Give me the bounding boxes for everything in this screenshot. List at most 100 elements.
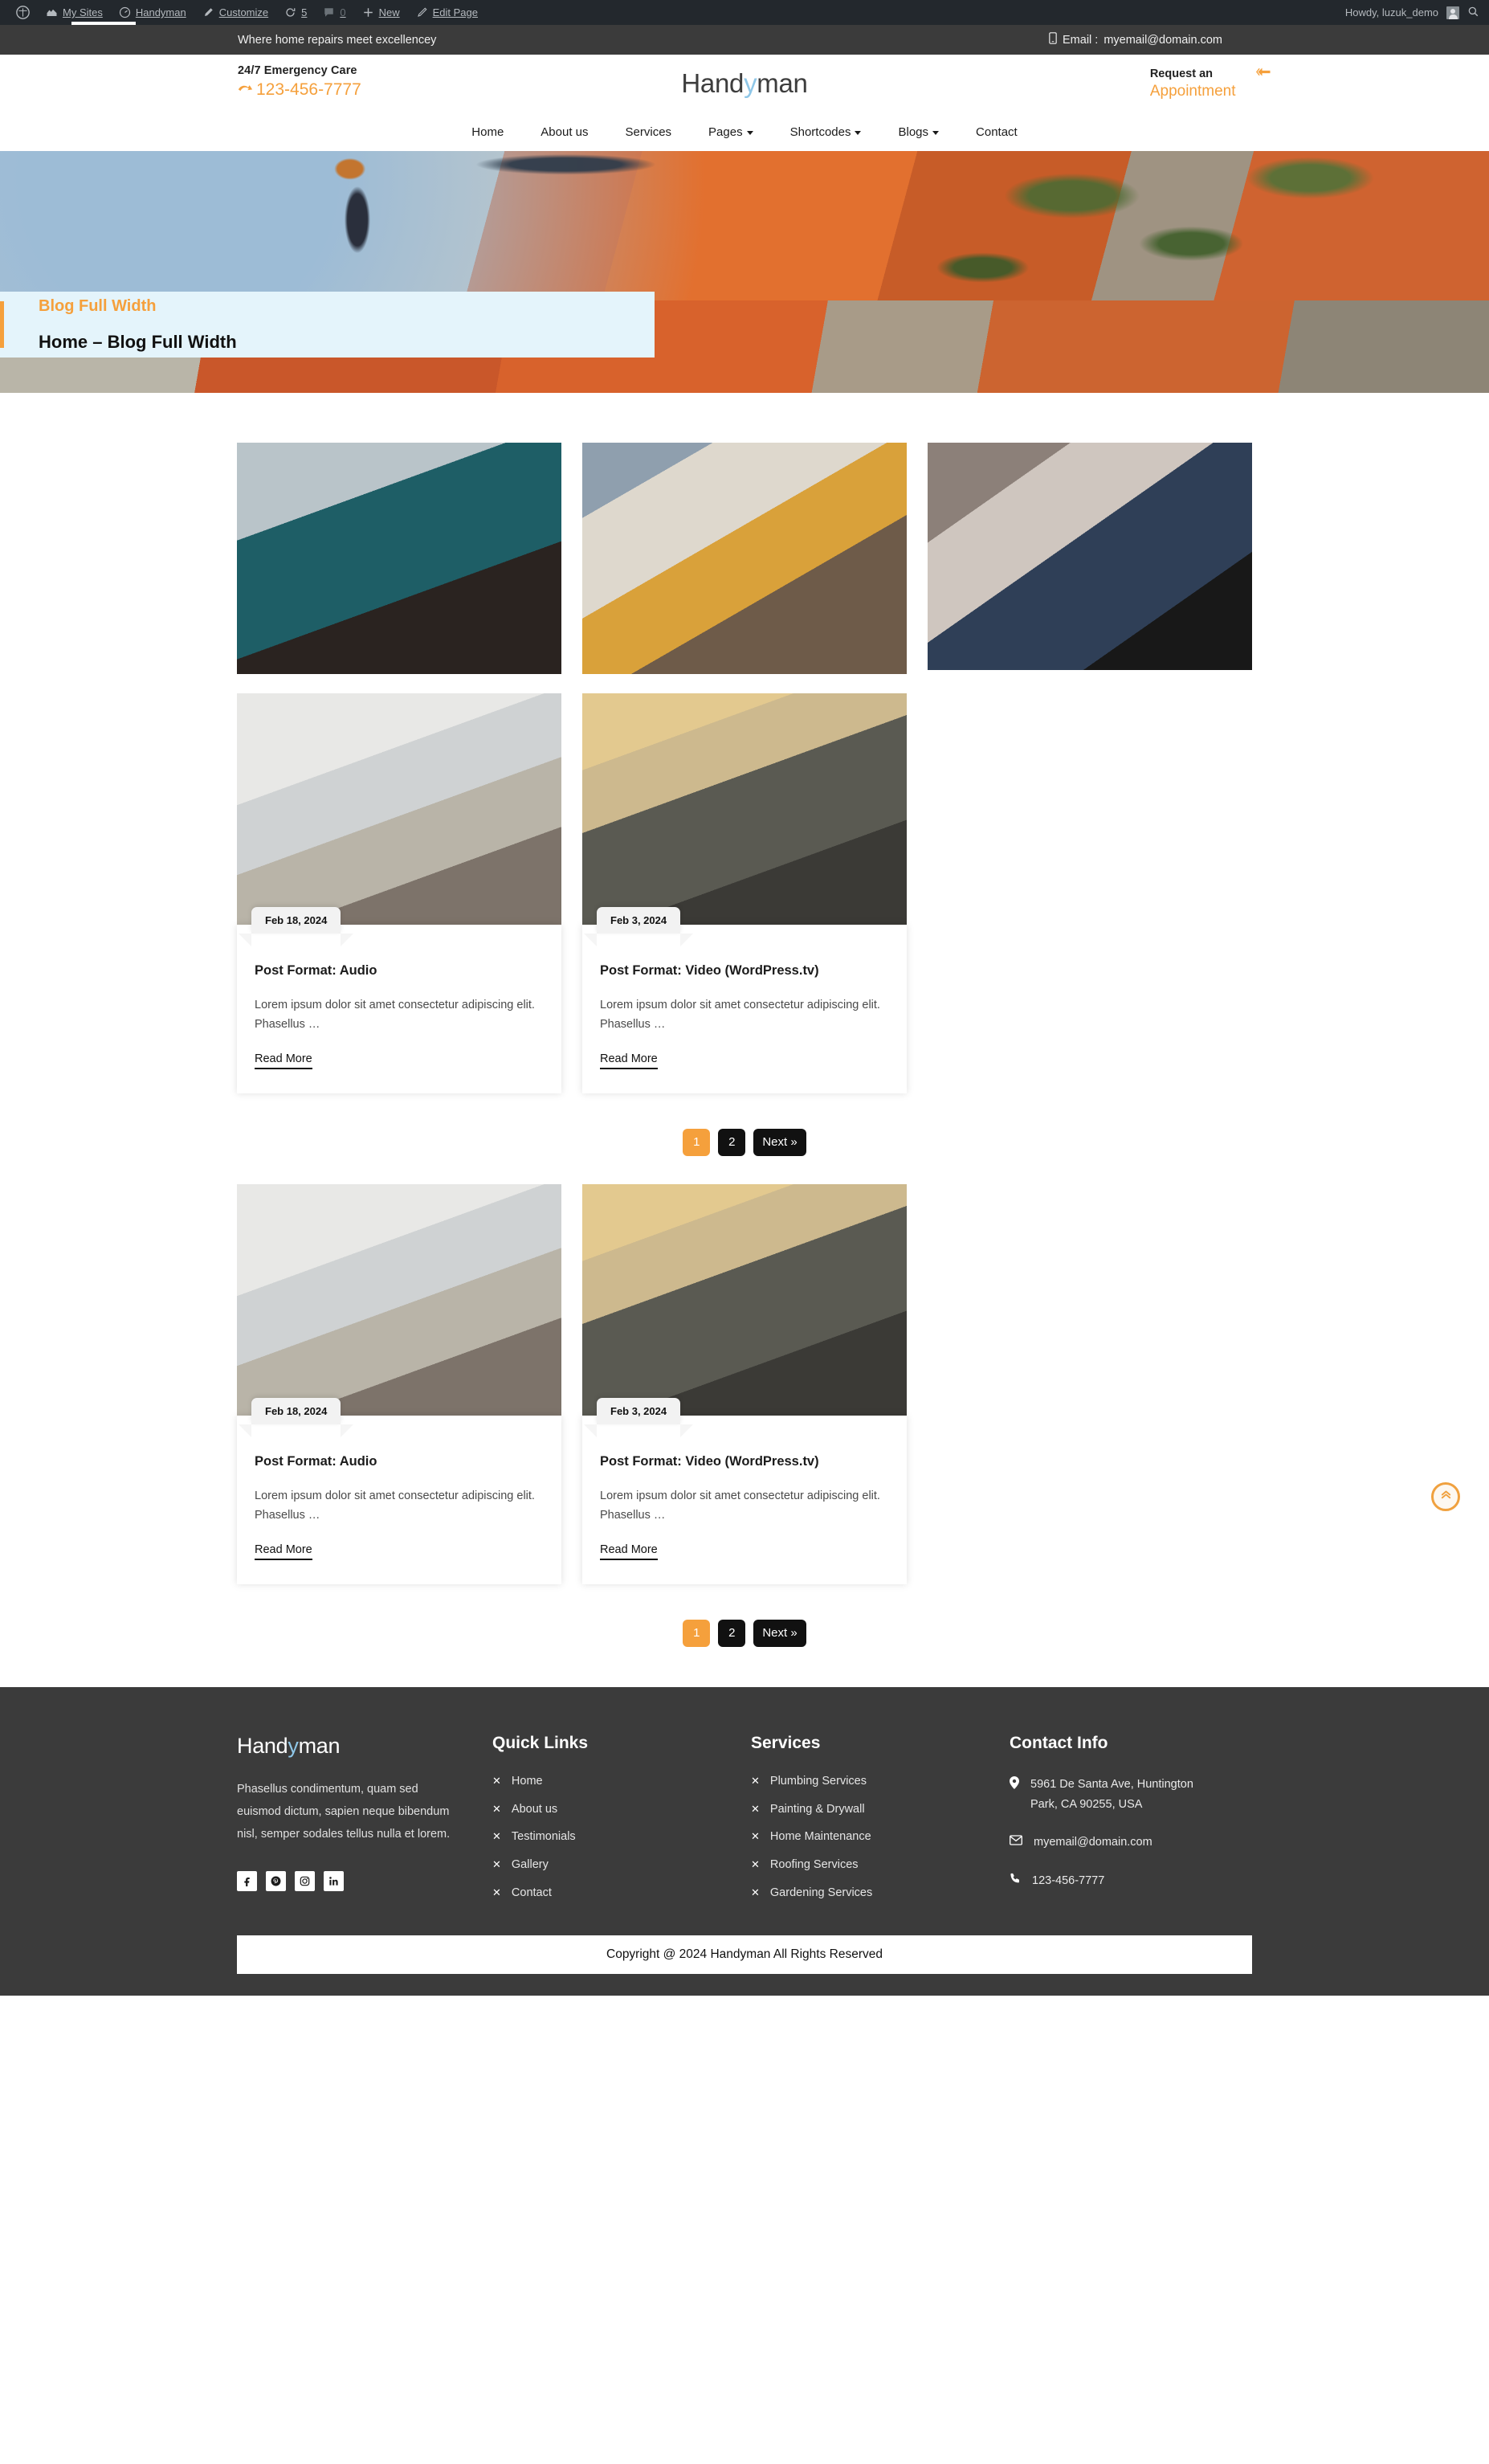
avatar[interactable]	[1446, 6, 1459, 19]
nav-item-blogs[interactable]: Blogs	[879, 112, 957, 151]
list-item[interactable]: ✕ Gallery	[492, 1858, 751, 1872]
copyright-text: Copyright @ 2024 Handyman All Rights Res…	[237, 1935, 1252, 1975]
list-item[interactable]: ✕ Home Maintenance	[751, 1830, 1010, 1844]
pinterest-icon[interactable]	[266, 1871, 286, 1892]
list-item[interactable]: ✕ Roofing Services	[751, 1858, 1010, 1872]
admin-bar-comments[interactable]: 0	[315, 0, 353, 25]
hero-banner	[0, 151, 1489, 300]
my-sites-icon	[46, 6, 58, 18]
header-appointment-block[interactable]: Request an Appointment	[1150, 66, 1272, 100]
pencil-icon	[202, 6, 214, 18]
bullet-icon: ✕	[492, 1858, 501, 1871]
nav-label: Blogs	[898, 125, 929, 139]
blog-post-card[interactable]: Feb 3, 2024 Post Format: Video (WordPres…	[582, 693, 907, 1093]
nav-item-pages[interactable]: Pages	[690, 112, 772, 151]
bullet-icon: ✕	[751, 1802, 760, 1815]
nav-item-contact[interactable]: Contact	[957, 112, 1036, 151]
appointment-label[interactable]: Appointment	[1150, 83, 1272, 100]
construction-worker-helmet-photo	[582, 1183, 907, 1416]
post-date-badge: Feb 18, 2024	[238, 1397, 354, 1437]
chevron-down-icon	[932, 130, 940, 135]
post-title[interactable]: Post Format: Audio	[255, 963, 544, 979]
header-phone-number: 123-456-7777	[256, 80, 361, 99]
painter-straw-hat-photo	[582, 443, 907, 674]
list-item[interactable]: ✕ Testimonials	[492, 1830, 751, 1844]
post-excerpt: Lorem ipsum dolor sit amet consectetur a…	[600, 1489, 880, 1522]
wordpress-logo-menu[interactable]	[8, 0, 38, 25]
blog-listing-section: Feb 18, 2024 Post Format: Audio Lorem ip…	[0, 393, 1489, 1196]
admin-bar-howdy[interactable]: Howdy, luzuk_demo	[1345, 6, 1438, 18]
link-label: Painting & Drywall	[769, 1802, 865, 1816]
read-more-link[interactable]: Read More	[600, 1052, 658, 1069]
blog-post-card[interactable]: Feb 18, 2024 Post Format: Audio Lorem ip…	[237, 693, 561, 1093]
logo-text-y: y	[744, 68, 757, 98]
list-item[interactable]: ✕ About us	[492, 1803, 751, 1816]
search-icon[interactable]	[1467, 6, 1479, 20]
site-tagline: Where home repairs meet excellencey	[238, 33, 437, 47]
facebook-icon[interactable]	[237, 1871, 257, 1892]
blog-post-card[interactable]: Feb 3, 2024 Post Format: Video (WordPres…	[582, 1183, 907, 1584]
topbar-email-value[interactable]: myemail@domain.com	[1103, 34, 1222, 47]
pagination-next[interactable]: Next »	[753, 1128, 806, 1156]
link-label: Plumbing Services	[769, 1774, 867, 1788]
pagination-page-1[interactable]: 1	[683, 1619, 711, 1647]
post-title[interactable]: Post Format: Video (WordPress.tv)	[600, 963, 889, 979]
list-item[interactable]: ✕ Plumbing Services	[751, 1775, 1010, 1788]
admin-bar-new[interactable]: New	[354, 0, 408, 25]
contact-phone-item[interactable]: 123-456-7777	[1010, 1871, 1252, 1891]
post-date-badge: Feb 18, 2024	[238, 907, 354, 946]
plumber-water-heater-photo	[237, 1183, 561, 1416]
post-title[interactable]: Post Format: Audio	[255, 1454, 544, 1469]
top-info-bar: Where home repairs meet excellencey Emai…	[0, 25, 1489, 55]
contact-email-text: myemail@domain.com	[1034, 1836, 1152, 1849]
read-more-link[interactable]: Read More	[255, 1052, 312, 1069]
contact-email-item[interactable]: myemail@domain.com	[1010, 1833, 1252, 1853]
linkedin-icon[interactable]	[324, 1871, 344, 1892]
read-more-link[interactable]: Read More	[255, 1543, 312, 1560]
dashboard-icon	[119, 6, 131, 18]
pagination-page-2[interactable]: 2	[718, 1619, 746, 1647]
footer-logo-y: y	[288, 1733, 299, 1758]
header-phone[interactable]: 123-456-7777	[238, 80, 361, 100]
footer-services-list: ✕ Plumbing Services ✕ Painting & Drywall ✕…	[751, 1775, 1010, 1900]
contact-address-text: 5961 De Santa Ave, Huntington Park, CA 9…	[1030, 1777, 1193, 1812]
site-footer: Handyman Phasellus condimentum, quam sed…	[0, 1686, 1489, 1996]
footer-quicklinks-col: Quick Links ✕ Home ✕ About us ✕ Testimonial…	[492, 1734, 751, 1914]
nav-item-shortcodes[interactable]: Shortcodes	[772, 112, 880, 151]
blog-post-card[interactable]: Feb 18, 2024 Post Format: Audio Lorem ip…	[237, 1183, 561, 1584]
instagram-icon[interactable]	[295, 1871, 315, 1892]
blog-image-tile[interactable]	[237, 443, 561, 674]
topbar-email-block[interactable]: Email : myemail@domain.com	[1049, 32, 1222, 47]
footer-logo-post: man	[298, 1733, 341, 1758]
site-header: 24/7 Emergency Care 123-456-7777 Handyma…	[0, 55, 1489, 112]
footer-contact-list: 5961 De Santa Ave, Huntington Park, CA 9…	[1010, 1775, 1252, 1892]
location-pin-icon	[1010, 1775, 1019, 1816]
bullet-icon: ✕	[492, 1802, 501, 1815]
admin-bar-site-name-label: Handyman	[135, 6, 186, 18]
admin-bar-edit-page[interactable]: Edit Page	[408, 0, 486, 25]
blog-image-tile[interactable]	[928, 443, 1252, 674]
scroll-to-top-button[interactable]	[1431, 1482, 1460, 1511]
hero-worker-silhouette	[0, 151, 1489, 300]
blog-image-tile[interactable]	[582, 443, 907, 674]
list-item[interactable]: ✕ Gardening Services	[751, 1886, 1010, 1900]
copyright-wrap: Copyright @ 2024 Handyman All Rights Res…	[237, 1935, 1252, 1996]
admin-bar-customize[interactable]: Customize	[194, 0, 276, 25]
nav-item-home[interactable]: Home	[453, 112, 522, 151]
pagination-next[interactable]: Next »	[753, 1619, 806, 1647]
post-title[interactable]: Post Format: Video (WordPress.tv)	[600, 1454, 889, 1469]
read-more-link[interactable]: Read More	[600, 1543, 658, 1560]
site-logo[interactable]: Handyman	[681, 68, 808, 99]
nav-item-services[interactable]: Services	[607, 112, 691, 151]
pagination-page-1[interactable]: 1	[683, 1128, 711, 1156]
link-label: Contact	[511, 1886, 552, 1900]
list-item[interactable]: ✕ Painting & Drywall	[751, 1803, 1010, 1816]
pagination-page-2[interactable]: 2	[718, 1128, 746, 1156]
list-item[interactable]: ✕ Home	[492, 1775, 751, 1788]
construction-worker-helmet-photo	[582, 693, 907, 925]
footer-logo[interactable]: Handyman	[237, 1734, 492, 1759]
admin-bar-updates[interactable]: 5	[276, 0, 315, 25]
list-item[interactable]: ✕ Contact	[492, 1886, 751, 1900]
nav-item-about-us[interactable]: About us	[522, 112, 606, 151]
link-label: About us	[511, 1802, 558, 1816]
